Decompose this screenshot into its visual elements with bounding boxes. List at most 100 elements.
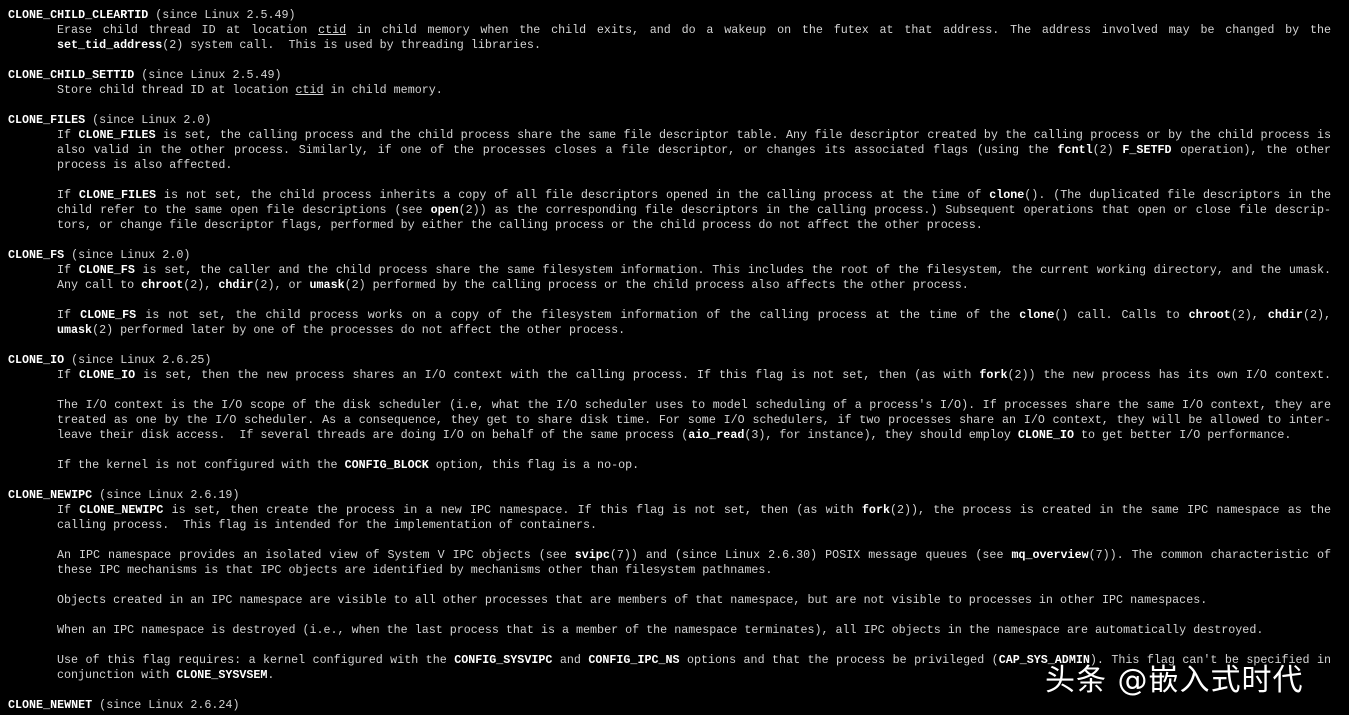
text-segment: (7)). The common characteristic of — [1088, 548, 1332, 562]
text-line: tors, or change file descriptor flags, p… — [8, 218, 1331, 233]
text-segment: The I/O context is the I/O scope of the … — [57, 398, 1331, 412]
text-segment: (since Linux 2.6.19) — [92, 488, 240, 502]
text-segment: (2) system call. This is used by threadi… — [162, 38, 541, 52]
bold-term: aio_read — [688, 428, 745, 442]
bold-term: CONFIG_SYSVIPC — [454, 653, 553, 667]
text-segment: (2), — [183, 278, 219, 292]
text-segment: child refer to the same open file descri… — [57, 203, 431, 217]
bold-term: CONFIG_IPC_NS — [588, 653, 680, 667]
bold-term: CONFIG_BLOCK — [344, 458, 429, 472]
bold-term: fcntl — [1057, 143, 1093, 157]
bold-term: CLONE_CHILD_CLEARTID — [8, 8, 149, 22]
text-segment: operation), the other — [1171, 143, 1331, 157]
text-segment: process is also affected. — [57, 158, 233, 172]
text-segment: (since Linux 2.5.49) — [148, 8, 296, 22]
text-segment: (2) performed later by one of the proces… — [92, 323, 626, 337]
text-segment: (2), — [1230, 308, 1268, 322]
bold-term: chroot — [141, 278, 184, 292]
text-segment: (since Linux 2.0) — [64, 248, 191, 262]
bold-term: CLONE_NEWNET — [8, 698, 93, 712]
text-segment: If — [57, 263, 79, 277]
bold-term: CLONE_FILES — [8, 113, 86, 127]
bold-term: svipc — [574, 548, 610, 562]
text-segment: (2)), the process is created in the same… — [889, 503, 1332, 517]
bold-term: open — [430, 203, 459, 217]
section-heading: CLONE_FILES (since Linux 2.0) — [8, 113, 1331, 128]
text-segment: (3), for instance), they should employ — [744, 428, 1018, 442]
text-line: Objects created in an IPC namespace are … — [8, 593, 1331, 608]
text-segment: Objects created in an IPC namespace are … — [57, 593, 1208, 607]
text-segment: tors, or change file descriptor flags, p… — [57, 218, 983, 232]
text-line: If the kernel is not configured with the… — [8, 458, 1331, 473]
bold-term: fork — [861, 503, 890, 517]
section-heading: CLONE_FS (since Linux 2.0) — [8, 248, 1331, 263]
text-line: If CLONE_FS is not set, the child proces… — [8, 308, 1331, 323]
text-segment: is set, the calling process and the chil… — [155, 128, 1332, 142]
text-line: If CLONE_IO is set, then the new process… — [8, 368, 1331, 383]
text-segment: If — [57, 308, 81, 322]
text-segment: also valid in the other process. Similar… — [57, 143, 1058, 157]
text-segment: is set, then the new process shares an I… — [135, 368, 980, 382]
text-line: If CLONE_FILES is set, the calling proce… — [8, 128, 1331, 143]
text-segment: Use of this flag requires: a kernel conf… — [57, 653, 455, 667]
bold-term: mq_overview — [1011, 548, 1089, 562]
section-heading: CLONE_CHILD_CLEARTID (since Linux 2.5.49… — [8, 8, 1331, 23]
text-segment: these IPC mechanisms is that IPC objects… — [57, 563, 773, 577]
underlined-term: ctid — [318, 23, 347, 37]
bold-term: F_SETFD — [1122, 143, 1172, 157]
text-segment: . — [267, 668, 275, 682]
text-segment: is set, the caller and the child process… — [134, 263, 1332, 277]
text-line: process is also affected. — [8, 158, 1331, 173]
bold-term: CLONE_FILES — [78, 188, 157, 202]
text-segment: If the kernel is not configured with the — [57, 458, 345, 472]
bold-term: chroot — [1188, 308, 1231, 322]
bold-term: CLONE_NEWIPC — [79, 503, 164, 517]
bold-term: chdir — [218, 278, 254, 292]
text-segment: If — [57, 128, 79, 142]
text-segment: (2), — [1302, 308, 1331, 322]
underlined-term: ctid — [295, 83, 324, 97]
text-segment: When an IPC namespace is destroyed (i.e.… — [57, 623, 1264, 637]
bold-term: CLONE_FILES — [78, 128, 156, 142]
bold-term: chdir — [1267, 308, 1303, 322]
watermark: 头条 @嵌入式时代 — [1045, 663, 1304, 698]
text-segment: is set, then create the process in a new… — [163, 503, 862, 517]
text-line: these IPC mechanisms is that IPC objects… — [8, 563, 1331, 578]
text-segment: in child memory when the child exits, an… — [346, 23, 1331, 37]
text-segment: (2), or — [253, 278, 310, 292]
section-heading: CLONE_IO (since Linux 2.6.25) — [8, 353, 1331, 368]
bold-term: CLONE_CHILD_SETTID — [8, 68, 135, 82]
text-segment: If — [57, 368, 80, 382]
bold-term: CLONE_NEWIPC — [8, 488, 93, 502]
text-segment: (). (The duplicated file descriptors in … — [1024, 188, 1331, 202]
text-segment: and — [552, 653, 589, 667]
text-segment: If — [57, 503, 80, 517]
text-line: Store child thread ID at location ctid i… — [8, 83, 1331, 98]
text-line: If CLONE_NEWIPC is set, then create the … — [8, 503, 1331, 518]
text-segment: option, this flag is a no-op. — [428, 458, 640, 472]
text-segment: (2) performed by the calling process or … — [344, 278, 969, 292]
bold-term: clone — [989, 188, 1025, 202]
text-segment: (2)) the new process has its own I/O con… — [1007, 368, 1331, 382]
text-line: set_tid_address(2) system call. This is … — [8, 38, 1331, 53]
text-segment: (since Linux 2.5.49) — [134, 68, 282, 82]
text-segment: Store child thread ID at location — [57, 83, 296, 97]
text-segment: (since Linux 2.6.24) — [92, 698, 240, 712]
text-line: calling process. This flag is intended f… — [8, 518, 1331, 533]
section-heading: CLONE_NEWIPC (since Linux 2.6.19) — [8, 488, 1331, 503]
text-segment: (since Linux 2.0) — [85, 113, 212, 127]
text-segment: options and that the process be privileg… — [679, 653, 999, 667]
bold-term: umask — [309, 278, 345, 292]
text-line: An IPC namespace provides an isolated vi… — [8, 548, 1331, 563]
text-line: Erase child thread ID at location ctid i… — [8, 23, 1331, 38]
text-segment: in child memory. — [323, 83, 443, 97]
